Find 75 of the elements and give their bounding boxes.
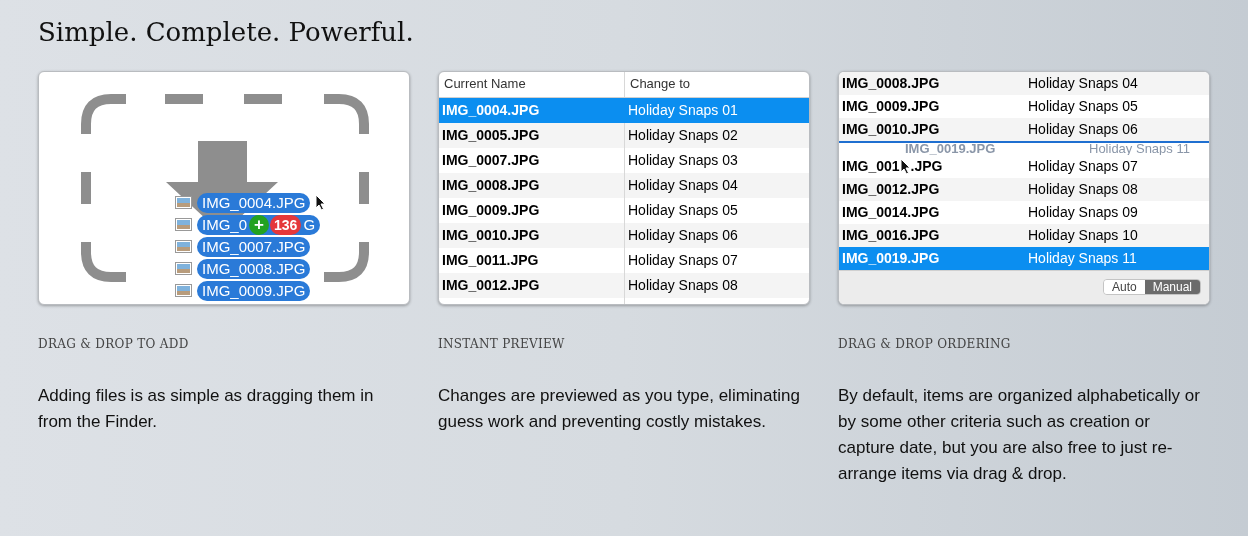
file-name: IMG_0007.JPG	[202, 239, 306, 254]
table-cell-text: IMG_0009.JPG	[842, 96, 940, 116]
table-row[interactable]: IMG_0010.JPG Holiday Snaps 06	[439, 222, 809, 248]
feature-caption: DRAG & DROP ORDERING	[838, 335, 1012, 353]
table-cell-text: Holiday Snaps 08	[1027, 179, 1138, 199]
table-cell-text: IMG_0008.JPG	[842, 73, 940, 93]
table-row[interactable]: IMG_0009.JPG Holiday Snaps 05	[439, 197, 809, 223]
table-cell-text: Holiday Snaps 09	[1027, 202, 1138, 222]
table-cell-text: Holiday Snaps 08	[627, 275, 738, 295]
table-row[interactable]: IMG_0014.JPG Holiday Snaps 09	[839, 200, 1209, 224]
photo-thumbnail-icon	[175, 284, 192, 297]
photo-thumbnail-icon	[175, 262, 192, 275]
table-row[interactable]: IMG_0011.JPG Holiday Snaps 07	[439, 247, 809, 273]
table-cell-text: Holiday Snaps 05	[627, 200, 738, 220]
table-cell-text: Holiday Snaps 04	[627, 175, 738, 195]
column-header[interactable]: Change to	[625, 71, 690, 97]
table-cell-text: IMG_0012.JPG	[442, 275, 540, 295]
column-header[interactable]: Current Name	[439, 71, 625, 97]
table-row[interactable]: IMG_001 .JPG Holiday Snaps 07	[839, 154, 1209, 178]
table-cell-text: IMG_0004.JPG	[442, 100, 540, 120]
feature-description: Adding files is as simple as dragging them in from the Finder.	[38, 384, 375, 433]
feature-description: By default, items are organized alphabetically or by some other criteria such as creation or capture date, but you are also free to just re-arrange items via drag & drop.	[838, 384, 1201, 485]
table-cell-text: IMG_0011.JPG	[442, 250, 539, 270]
segment-button[interactable]: Manual	[1144, 280, 1200, 294]
file-name: IMG_0009.JPG	[202, 283, 306, 298]
photo-thumbnail-icon	[175, 240, 192, 253]
table-cell-text: Holiday Snaps 07	[1027, 156, 1138, 176]
table-cell-text: IMG_001	[842, 156, 900, 176]
table-cell-text: IMG_0010.JPG	[842, 119, 940, 139]
table-cell-text: Holiday Snaps 04	[1027, 73, 1138, 93]
table-cell-text: Holiday Snaps 06	[1027, 119, 1138, 139]
cursor-icon	[315, 194, 327, 211]
table-row[interactable]: IMG_0008.JPG Holiday Snaps 04	[839, 71, 1209, 95]
table-cell-text: Holiday Snaps 05	[1027, 96, 1138, 116]
table-cell-text: IMG_0012.JPG	[842, 179, 940, 199]
add-badge: +	[249, 214, 269, 235]
table-cell-text: Holiday Snaps 02	[627, 125, 738, 145]
table-cell-text: Holiday Snaps 07	[627, 250, 738, 270]
table-row[interactable]: IMG_0016.JPG Holiday Snaps 10	[839, 223, 1209, 247]
table-row[interactable]: IMG_0012.JPG Holiday Snaps 08	[439, 272, 809, 298]
segment-button[interactable]: Auto	[1103, 280, 1145, 294]
photo-thumbnail-icon	[175, 196, 192, 209]
table-cell-text: IMG_0005.JPG	[442, 125, 540, 145]
photo-thumbnail-icon	[175, 218, 192, 231]
cursor-icon	[899, 157, 911, 175]
table-row[interactable]: IMG_0008.JPG Holiday Snaps 04	[439, 172, 809, 198]
feature-caption: DRAG & DROP TO ADD	[38, 335, 190, 353]
table-row[interactable]: IMG_0007.JPG Holiday Snaps 03	[439, 147, 809, 173]
file-name: IMG_0004.JPG	[202, 195, 306, 210]
table-cell-text: IMG_0008.JPG	[442, 175, 540, 195]
table-row[interactable]: IMG_0009.JPG Holiday Snaps 05	[839, 94, 1209, 118]
table-cell-text: IMG_0016.JPG	[842, 225, 940, 245]
page-title: Simple. Complete. Powerful.	[38, 16, 415, 49]
file-name: IMG_0008.JPG	[202, 261, 306, 276]
table-row[interactable]: IMG_0010.JPG Holiday Snaps 06	[839, 117, 1209, 141]
table-cell-text: Holiday Snaps 11	[1027, 248, 1137, 268]
table-cell-text: Holiday Snaps 06	[627, 225, 738, 245]
file-name: G	[303, 217, 316, 232]
count-badge: 136	[270, 214, 302, 235]
dragged-new-name: Holiday Snaps 11	[1089, 142, 1190, 155]
feature-description: Changes are previewed as you type, eliminating guess work and preventing costly mistakes.	[438, 384, 801, 433]
feature-caption: INSTANT PREVIEW	[438, 335, 566, 353]
file-name: IMG_0	[202, 217, 247, 232]
table-row[interactable]: IMG_0012.JPG Holiday Snaps 08	[839, 177, 1209, 201]
table-row[interactable]: IMG_0005.JPG Holiday Snaps 02	[439, 122, 809, 148]
table-cell-text: IMG_0014.JPG	[842, 202, 940, 222]
table-cell-text: Holiday Snaps 10	[1027, 225, 1138, 245]
table-cell-text: IMG_0007.JPG	[442, 150, 540, 170]
table-cell-text: IMG_0010.JPG	[442, 225, 540, 245]
table-cell-text: Holiday Snaps 01	[627, 100, 738, 120]
table-cell-text: IMG_0019.JPG	[842, 248, 940, 268]
dragged-file-name: IMG_0019.JPG	[904, 142, 997, 155]
table-cell-text: Holiday Snaps 03	[627, 150, 738, 170]
table-cell-text: IMG_0009.JPG	[442, 200, 540, 220]
table-cell-text: .JPG	[910, 156, 943, 176]
